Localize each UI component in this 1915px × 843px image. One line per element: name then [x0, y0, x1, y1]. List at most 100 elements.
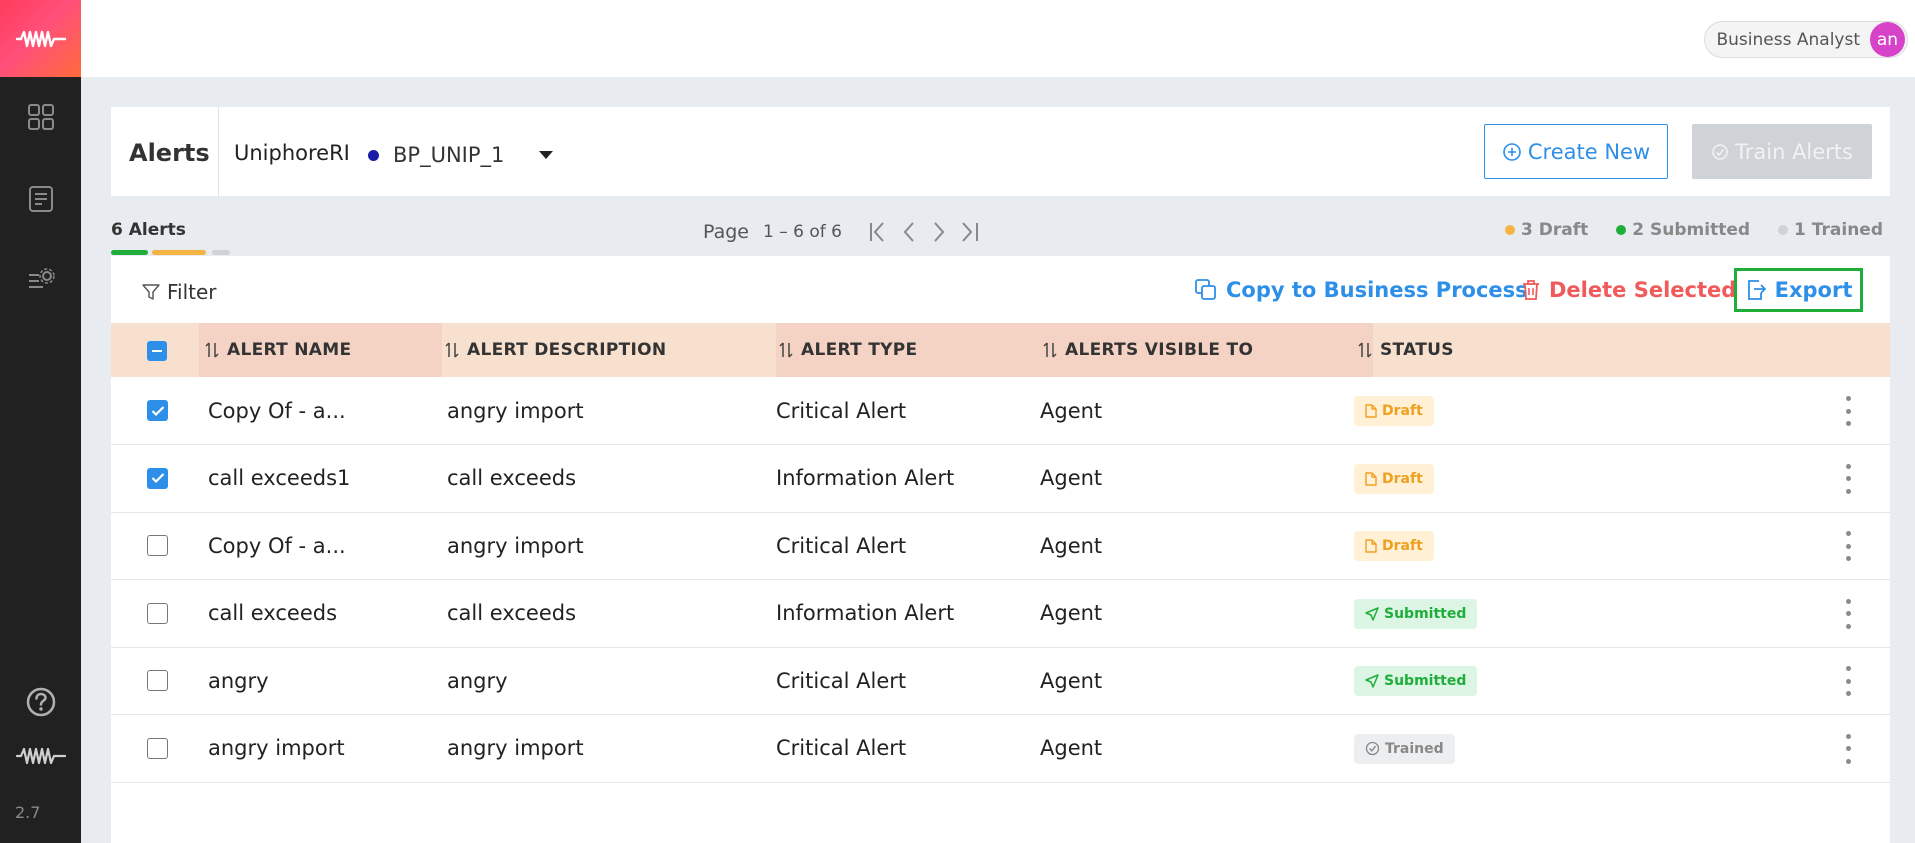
kebab-dot: [1845, 531, 1851, 536]
row-checkbox[interactable]: [147, 535, 168, 556]
submitted-summary: 2 Submitted: [1616, 220, 1750, 240]
alert-name-cell[interactable]: Copy Of - a...: [208, 512, 346, 579]
kebab-dot: [1845, 666, 1851, 671]
avatar[interactable]: an: [1870, 22, 1905, 57]
column-alert-description[interactable]: ALERT DESCRIPTION: [439, 323, 666, 377]
table-row[interactable]: call exceeds call exceeds Information Aler…: [111, 580, 1890, 648]
alert-type-cell: Information Alert: [776, 466, 955, 490]
table-row[interactable]: call exceeds1 call exceeds Information Ale…: [111, 445, 1890, 513]
alert-type-cell: Critical Alert: [776, 533, 907, 558]
column-alert-type[interactable]: ALERT TYPE: [773, 323, 917, 377]
row-checkbox[interactable]: [147, 737, 168, 759]
page-label: Page: [703, 221, 749, 243]
user-menu[interactable]: Business Analyst an: [1703, 21, 1908, 58]
nav-dashboard[interactable]: [0, 97, 81, 137]
status-label: Trained: [1385, 740, 1444, 757]
alert-name-cell[interactable]: Copy Of - a...: [208, 377, 346, 444]
kebab-dot: [1845, 396, 1851, 401]
delete-selected-button[interactable]: Delete Selected: [1521, 278, 1736, 302]
trained-count: 1 Trained: [1794, 220, 1883, 240]
status-badge: Trained: [1354, 733, 1455, 764]
kebab-dot: [1845, 746, 1851, 751]
table-row[interactable]: angry import angry import Critical Alert Ag…: [111, 715, 1890, 783]
top-bar: Business Analyst an: [81, 0, 1915, 77]
help-button[interactable]: [0, 682, 81, 722]
last-page-button[interactable]: [954, 219, 984, 245]
row-checkbox[interactable]: [147, 400, 168, 421]
sort-icon: [1043, 342, 1057, 358]
row-menu-button[interactable]: [1838, 394, 1858, 428]
app-version: 2.7: [15, 803, 41, 822]
submitted-dot: [1616, 225, 1627, 235]
brand-mark: [0, 736, 81, 776]
copy-label: Copy to Business Process: [1226, 278, 1528, 302]
export-button[interactable]: Export: [1734, 268, 1863, 312]
delete-label: Delete Selected: [1549, 278, 1737, 302]
previous-page-button[interactable]: [894, 219, 924, 245]
trained-dot: [1778, 225, 1789, 235]
alert-description-cell: call exceeds: [447, 601, 577, 625]
draft-progress-segment: [152, 250, 206, 255]
train-alerts-label: Train Alerts: [1735, 139, 1853, 164]
submitted-count: 2 Submitted: [1632, 220, 1751, 240]
row-menu-button[interactable]: [1838, 529, 1858, 563]
alert-description-cell: angry import: [447, 398, 584, 423]
send-icon: [1365, 674, 1379, 688]
row-menu-button[interactable]: [1838, 462, 1858, 496]
chevron-left-icon: [903, 222, 914, 242]
alert-description-cell: angry: [447, 668, 508, 693]
row-checkbox[interactable]: [147, 602, 168, 624]
alert-name-cell[interactable]: call exceeds1: [208, 445, 350, 512]
sort-icon: [445, 342, 459, 358]
document-icon: [1365, 404, 1377, 418]
kebab-dot: [1845, 691, 1851, 696]
filter-icon: [142, 284, 160, 300]
create-new-button[interactable]: Create New: [1484, 124, 1668, 179]
next-page-button[interactable]: [924, 219, 954, 245]
train-alerts-button[interactable]: Train Alerts: [1692, 124, 1872, 179]
column-alert-name[interactable]: ALERT NAME: [199, 323, 351, 377]
row-checkbox[interactable]: [147, 467, 168, 489]
alerts-header: Alerts UniphoreRI BP_UNIP_1 Create New T…: [111, 107, 1890, 196]
business-process-dot: [368, 150, 379, 161]
status-label: Draft: [1382, 403, 1423, 419]
table-row[interactable]: angry angry Critical Alert Agent Submitted: [111, 647, 1890, 715]
kebab-dot: [1845, 543, 1851, 549]
kebab-dot: [1845, 556, 1851, 561]
user-role: Business Analyst: [1716, 29, 1861, 50]
first-page-button[interactable]: [864, 219, 894, 245]
select-all-checkbox[interactable]: [147, 341, 167, 361]
nav-documents[interactable]: [0, 179, 81, 219]
row-menu-button[interactable]: [1838, 597, 1858, 631]
filter-button[interactable]: Filter: [141, 280, 217, 304]
nav-settings[interactable]: [0, 260, 81, 300]
pagination: Page 1 – 6 of 6: [703, 219, 984, 245]
row-checkbox[interactable]: [147, 670, 168, 691]
business-process-select[interactable]: BP_UNIP_1: [393, 143, 504, 167]
column-status[interactable]: STATUS: [1352, 323, 1454, 377]
check-circle-icon: [1365, 741, 1380, 756]
chevron-down-icon[interactable]: [539, 151, 553, 159]
alert-name-cell[interactable]: angry import: [208, 715, 345, 782]
row-menu-button[interactable]: [1838, 732, 1858, 766]
status-badge: Submitted: [1354, 666, 1478, 696]
column-alerts-visible-to[interactable]: ALERTS VISIBLE TO: [1037, 323, 1253, 377]
kebab-dot: [1845, 623, 1851, 629]
submitted-progress-segment: [111, 250, 148, 255]
app-logo[interactable]: [0, 0, 81, 77]
alert-name-cell[interactable]: angry: [208, 647, 269, 714]
alert-name-cell[interactable]: call exceeds: [208, 580, 337, 647]
copy-to-business-process-button[interactable]: Copy to Business Process: [1194, 278, 1528, 302]
page-range: 1 – 6 of 6: [763, 222, 842, 242]
kebab-dot: [1845, 488, 1851, 494]
alerts-count: 6 Alerts: [111, 220, 186, 240]
draft-dot: [1505, 225, 1516, 235]
kebab-dot: [1845, 463, 1851, 469]
table-row[interactable]: Copy Of - a... angry import Critical Alert…: [111, 512, 1890, 580]
first-page-icon: [869, 222, 884, 242]
row-menu-button[interactable]: [1838, 664, 1858, 698]
table-row[interactable]: Copy Of - a... angry import Critical Alert…: [111, 377, 1890, 445]
filter-label: Filter: [167, 280, 217, 304]
sort-icon: [779, 342, 793, 358]
document-icon: [1365, 539, 1377, 553]
